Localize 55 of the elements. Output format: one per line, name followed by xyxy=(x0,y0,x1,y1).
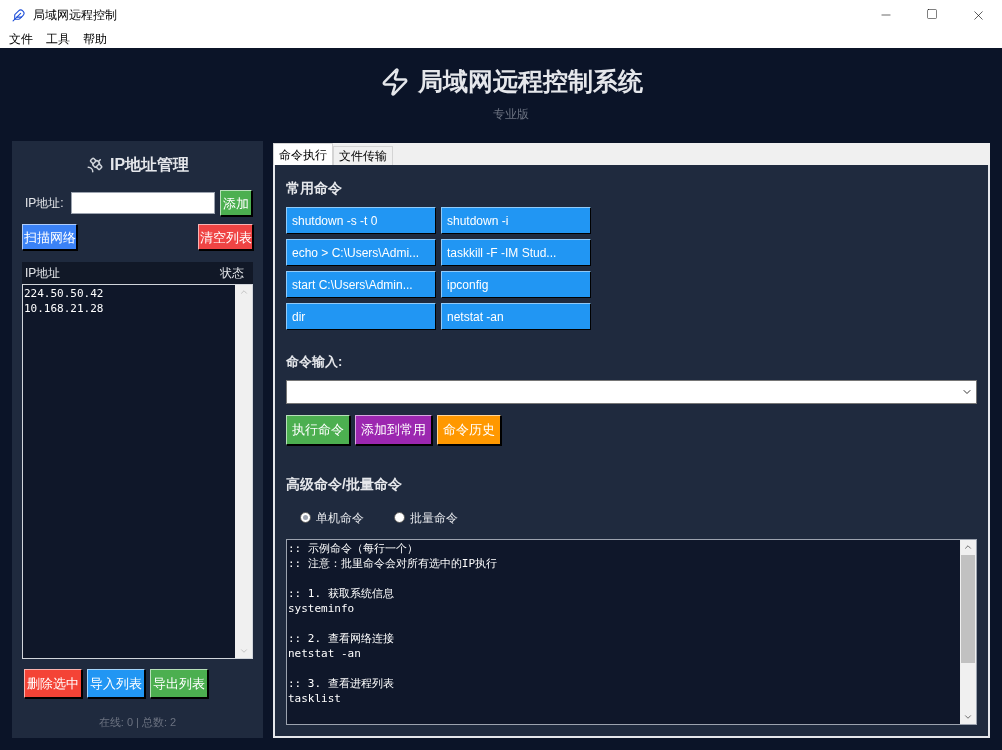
script-line: netstat -an xyxy=(288,645,362,661)
app-title: 局域网远程控制系统 xyxy=(417,66,643,97)
script-line: :: 示例命令（每行一个） xyxy=(288,540,419,556)
tab[interactable]: 文件传输 xyxy=(333,146,393,165)
ip-input-field[interactable] xyxy=(71,192,215,214)
delete-selected-button[interactable]: 删除选中 xyxy=(24,669,82,698)
command-button[interactable]: taskkill -F -IM Stud... xyxy=(441,239,591,266)
clear-list-button[interactable]: 清空列表 xyxy=(198,224,253,250)
export-list-button[interactable]: 导出列表 xyxy=(150,669,208,698)
window-title: 局域网远程控制 xyxy=(33,7,117,24)
import-list-button[interactable]: 导入列表 xyxy=(87,669,145,698)
command-button[interactable]: shutdown -s -t 0 xyxy=(286,207,436,234)
maximize-icon[interactable] xyxy=(926,7,938,20)
script-line: :: 1. 获取系统信息 xyxy=(288,585,395,601)
ip-list-item[interactable]: 224.50.50.42 xyxy=(24,286,235,301)
add-button[interactable]: 添加 xyxy=(220,190,252,216)
command-button[interactable]: netstat -an xyxy=(441,303,591,330)
column-header: 状态 xyxy=(220,265,244,282)
script-line: tasklist xyxy=(288,690,342,706)
section-title: 高级命令/批量命令 xyxy=(286,474,403,494)
command-button[interactable]: shutdown -i xyxy=(441,207,591,234)
feather-icon xyxy=(12,8,25,22)
script-line: :: 3. 查看进程列表 xyxy=(288,675,395,691)
tab[interactable]: 命令执行 xyxy=(273,143,333,165)
command-button[interactable]: start C:\Users\Admin... xyxy=(286,271,436,298)
app-subtitle: 专业版 xyxy=(493,105,529,123)
status-text: 在线: 0 | 总数: 2 xyxy=(97,715,178,730)
section-title: 常用命令 xyxy=(286,179,343,198)
script-text-area[interactable]: :: 示例命令（每行一个） :: 注意：批里命令会对所有选中的IP执行 :: 1. 获取系统信息 systeminfo :: 2. 查看网络连接 netstat -an :: 3. 查看进程列表 tasklist xyxy=(286,538,977,725)
column-header: IP地址 xyxy=(25,265,61,282)
command-button[interactable]: echo > C:\Users\Admi... xyxy=(286,239,436,266)
command-button[interactable]: dir xyxy=(286,303,436,330)
command-button[interactable]: ipconfig xyxy=(441,271,591,298)
radio-label: 单机命令 xyxy=(316,509,364,527)
menu-item[interactable]: 工具 xyxy=(46,30,70,48)
history-button[interactable]: 命令历史 xyxy=(437,414,501,445)
panel-title: IP地址管理 xyxy=(109,155,190,175)
ip-list-item[interactable]: 10.168.21.28 xyxy=(24,301,235,316)
input-label: 命令输入: xyxy=(286,353,344,371)
menu-item[interactable]: 文件 xyxy=(9,30,33,48)
add-to-common-button[interactable]: 添加到常用 xyxy=(355,414,432,445)
satellite-icon xyxy=(85,156,104,174)
execute-button[interactable]: 执行命令 xyxy=(286,414,350,445)
radio-button[interactable] xyxy=(394,512,405,523)
scrollbar[interactable] xyxy=(960,539,976,724)
radio-button[interactable] xyxy=(300,512,311,523)
script-line: :: 注意：批里命令会对所有选中的IP执行 xyxy=(288,555,499,571)
script-line: :: 2. 查看网络连接 xyxy=(288,630,395,646)
radio-label: 批量命令 xyxy=(410,509,458,527)
scan-network-button[interactable]: 扫描网络 xyxy=(22,224,77,250)
command-input-field[interactable] xyxy=(286,379,977,404)
menu-item[interactable]: 帮助 xyxy=(83,30,107,48)
scrollbar-thumb[interactable] xyxy=(961,554,975,663)
ip-label: IP地址: xyxy=(25,195,65,212)
script-line: systeminfo xyxy=(288,600,356,616)
